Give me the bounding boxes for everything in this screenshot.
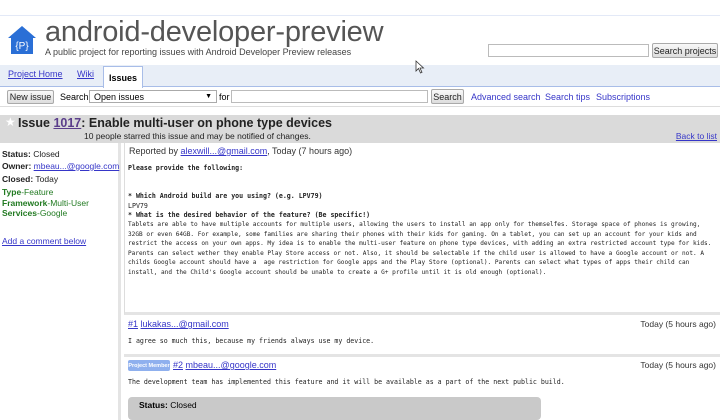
label-services[interactable]: Services-Google — [2, 208, 67, 218]
select-value: Open issues — [94, 91, 145, 102]
desc-heading: Please provide the following: — [128, 164, 244, 172]
advanced-search-link[interactable]: Advanced search — [471, 92, 541, 102]
add-comment-link[interactable]: Add a comment below — [2, 236, 86, 246]
tab-wiki[interactable]: Wiki — [77, 69, 94, 79]
search-projects-input[interactable] — [488, 44, 649, 57]
project-member-badge: Project Member — [128, 360, 170, 371]
issue-search-input[interactable] — [231, 90, 428, 103]
comment-1-time: Today (5 hours ago) — [640, 319, 716, 329]
starred-count: 10 people starred this issue and may be … — [84, 131, 311, 141]
comment-2-status-update: Status: Closed — [128, 397, 541, 420]
project-title: android-developer-preview — [45, 16, 384, 48]
issue-metadata — [0, 143, 121, 420]
search-label: Search — [60, 92, 89, 102]
owner-link[interactable]: mbeau...@google.com — [34, 161, 120, 171]
search-tips-link[interactable]: Search tips — [545, 92, 590, 102]
comment-1-number[interactable]: #1 — [128, 319, 138, 329]
search-button[interactable]: Search — [431, 89, 464, 104]
issue-number-link[interactable]: 1017 — [53, 116, 81, 130]
mouse-cursor-icon — [415, 60, 425, 76]
search-projects-button[interactable]: Search projects — [652, 43, 718, 58]
back-to-list-link[interactable]: Back to list — [676, 131, 717, 141]
issue-title: Issue 1017: Enable multi-user on phone t… — [18, 116, 333, 130]
comment-1-author[interactable]: lukakas...@gmail.com — [141, 319, 229, 329]
comment-2-author[interactable]: mbeau...@google.com — [186, 360, 277, 370]
project-subtitle: A public project for reporting issues wi… — [45, 47, 352, 57]
label-type[interactable]: Type-Feature — [2, 187, 53, 197]
comment-1-text: I agree so much this, because my friends… — [128, 337, 375, 345]
dropdown-arrow-icon: ▼ — [205, 93, 212, 100]
issue-scope-select[interactable]: Open issues ▼ — [89, 90, 217, 103]
desc-answer-2: Tablets are able to have multiple accoun… — [128, 221, 712, 276]
for-label: for — [219, 92, 230, 102]
reported-by: Reported by alexwill...@gmail.com, Today… — [129, 146, 353, 156]
comment-2-time: Today (5 hours ago) — [640, 360, 716, 370]
comment-2-number[interactable]: #2 — [173, 360, 183, 370]
tab-issues[interactable]: Issues — [103, 66, 143, 88]
comment-2-text: The development team has implemented thi… — [128, 378, 565, 386]
closed-field: Closed: Today — [2, 174, 59, 184]
project-logo: {P} — [7, 25, 37, 55]
subscriptions-link[interactable]: Subscriptions — [596, 92, 650, 102]
label-framework[interactable]: Framework-Multi-User — [2, 198, 89, 208]
status-field: Status: Closed — [2, 149, 60, 159]
new-issue-button[interactable]: New issue — [7, 90, 54, 104]
reporter-link[interactable]: alexwill...@gmail.com — [181, 146, 268, 156]
desc-question-1: * Which Android build are you using? (e.… — [128, 192, 323, 200]
tab-project-home[interactable]: Project Home — [8, 69, 63, 79]
svg-text:{P}: {P} — [15, 41, 29, 52]
star-icon[interactable]: ★ — [5, 115, 16, 129]
owner-field: Owner: mbeau...@google.com — [2, 161, 120, 171]
